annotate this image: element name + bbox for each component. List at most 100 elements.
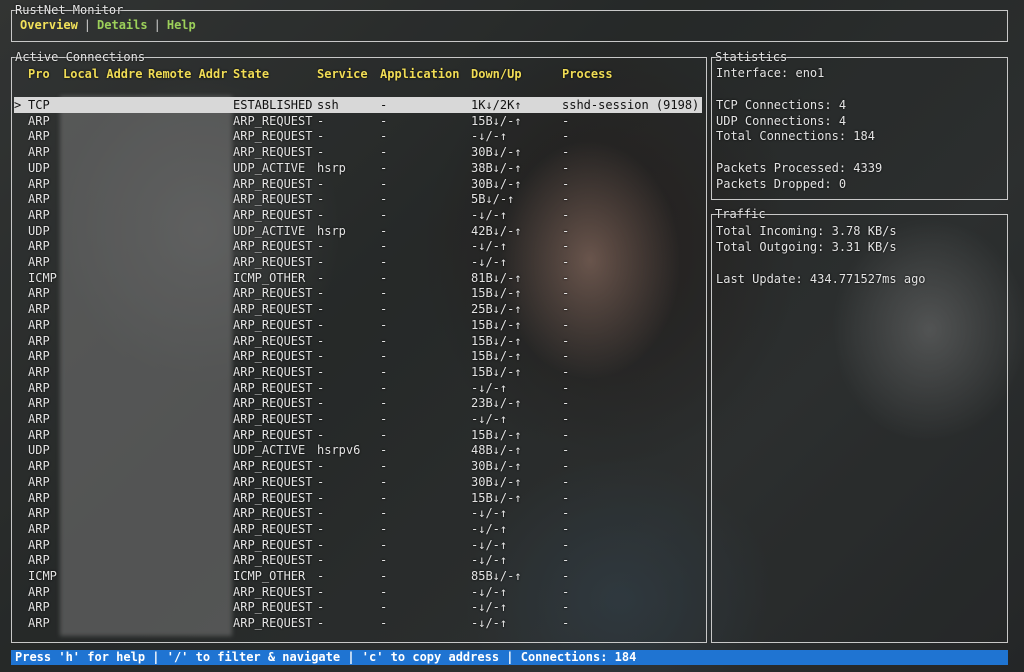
table-row[interactable]: ARP ARP_REQUEST - -15B↓/-↑ - xyxy=(14,348,702,364)
tab-details[interactable]: Details xyxy=(97,18,148,32)
state-cell: ARP_REQUEST xyxy=(233,521,313,536)
process-cell: sshd-session (9198) xyxy=(562,98,700,112)
table-row[interactable]: ARP ARP_REQUEST - -15B↓/-↑ - xyxy=(14,427,702,443)
table-row[interactable]: ARP ARP_REQUEST - - -↓/-↑ - xyxy=(14,615,702,631)
table-row[interactable]: ARP ARP_REQUEST - - -↓/-↑ - xyxy=(14,505,702,521)
state-cell: ARP_REQUEST xyxy=(233,364,313,379)
table-row[interactable]: ARP ARP_REQUEST - -15B↓/-↑ - xyxy=(14,333,702,349)
table-row[interactable]: ARP ARP_REQUEST - - -↓/-↑ - xyxy=(14,552,702,568)
table-row[interactable]: ARP ARP_REQUEST - - -↓/-↑ - xyxy=(14,128,702,144)
state-cell: ICMP_OTHER xyxy=(233,569,306,583)
column-header-service[interactable]: Service xyxy=(317,66,379,82)
total-outgoing-stat: Total Outgoing: 3.31 KB/s xyxy=(716,240,897,254)
process-cell: - xyxy=(562,255,570,269)
service-cell: - xyxy=(317,255,325,269)
table-row[interactable]: ARP ARP_REQUEST - -15B↓/-↑ - xyxy=(14,490,702,506)
application-cell: - xyxy=(380,600,388,615)
down-up-cell: -↓/-↑ xyxy=(471,207,508,222)
tab-bar: Overview | Details | Help xyxy=(20,18,196,32)
table-row[interactable]: ARP ARP_REQUEST - -5B↓/-↑ - xyxy=(14,191,702,207)
protocol-cell: ARP xyxy=(28,255,50,269)
process-cell: - xyxy=(562,192,570,207)
process-cell: - xyxy=(562,270,570,285)
table-row[interactable]: ARP ARP_REQUEST - -30B↓/-↑ - xyxy=(14,176,702,192)
table-row[interactable]: ARP ARP_REQUEST - - -↓/-↑ - xyxy=(14,411,702,427)
table-row[interactable]: UDP UDP_ACTIVE hsrpv6 - 48B↓/-↑ - xyxy=(14,442,702,458)
table-row[interactable]: ARP ARP_REQUEST - - -↓/-↑ - xyxy=(14,254,702,270)
service-cell: - xyxy=(317,412,325,426)
process-cell: - xyxy=(562,459,570,474)
table-row[interactable]: ARP ARP_REQUEST - - -↓/-↑ - xyxy=(14,599,702,615)
process-cell: - xyxy=(562,380,570,395)
table-row[interactable]: ARP ARP_REQUEST - - -↓/-↑ - xyxy=(14,537,702,553)
statistics-panel: Statistics Interface: eno1 TCP Connectio… xyxy=(711,50,1008,200)
table-row[interactable]: ARP ARP_REQUEST - -30B↓/-↑ - xyxy=(14,458,702,474)
application-cell: - xyxy=(380,270,388,285)
application-cell: - xyxy=(380,490,388,505)
service-cell: - xyxy=(317,521,325,536)
service-cell: - xyxy=(317,349,325,364)
service-cell: - xyxy=(317,129,325,144)
total-incoming-stat: Total Incoming: 3.78 KB/s xyxy=(716,224,897,238)
tab-overview[interactable]: Overview xyxy=(20,18,78,32)
table-row[interactable]: ARP ARP_REQUEST - -25B↓/-↑ - xyxy=(14,301,702,317)
state-cell: ARP_REQUEST xyxy=(233,616,313,631)
application-cell: - xyxy=(380,176,388,191)
tab-help[interactable]: Help xyxy=(167,18,196,32)
protocol-cell: ARP xyxy=(28,521,50,536)
state-cell: ARP_REQUEST xyxy=(233,192,313,207)
table-row[interactable]: ARP ARP_REQUEST - -30B↓/-↑ - xyxy=(14,474,702,490)
table-row[interactable]: ARP ARP_REQUEST - - -↓/-↑ - xyxy=(14,380,702,396)
column-header-application[interactable]: Application xyxy=(380,66,470,82)
column-header-state[interactable]: State xyxy=(233,66,317,82)
application-cell: - xyxy=(380,192,388,207)
process-cell: - xyxy=(562,506,570,521)
table-row[interactable]: ARP ARP_REQUEST - -15B↓/-↑ - xyxy=(14,317,702,333)
protocol-cell: ARP xyxy=(28,317,50,332)
column-header-process[interactable]: Process xyxy=(562,66,702,82)
process-cell: - xyxy=(562,412,570,426)
table-row-selected[interactable]: > TCP ESTABLISHED ssh - 1K↓/2K↑ sshd-session (… xyxy=(14,97,702,113)
protocol-cell: ARP xyxy=(28,553,50,568)
column-header-remote-address[interactable]: Remote Addr xyxy=(148,66,232,82)
process-cell: - xyxy=(562,396,570,411)
protocol-cell: ARP xyxy=(28,129,50,144)
protocol-cell: ARP xyxy=(28,302,50,317)
table-row[interactable]: ICMP ICMP_OTHER - -85B↓/-↑ - xyxy=(14,568,702,584)
state-cell: ARP_REQUEST xyxy=(233,396,313,411)
table-row[interactable]: ARP ARP_REQUEST - -15B↓/-↑ - xyxy=(14,285,702,301)
column-header-protocol[interactable]: Pro xyxy=(28,66,68,82)
table-row[interactable]: ARP ARP_REQUEST - -15B↓/-↑ - xyxy=(14,113,702,129)
protocol-cell: ARP xyxy=(28,364,50,379)
down-up-cell: -↓/-↑ xyxy=(471,521,508,536)
table-row[interactable]: ARP ARP_REQUEST - - -↓/-↑ - xyxy=(14,238,702,254)
table-row[interactable]: ICMP ICMP_OTHER - -81B↓/-↑ - xyxy=(14,270,702,286)
protocol-cell: UDP xyxy=(28,443,50,458)
state-cell: ARP_REQUEST xyxy=(233,474,313,489)
state-cell: ARP_REQUEST xyxy=(233,600,313,615)
table-row[interactable]: UDP UDP_ACTIVE hsrp - 42B↓/-↑ - xyxy=(14,223,702,239)
process-cell: - xyxy=(562,490,570,505)
process-cell: - xyxy=(562,521,570,536)
process-cell: - xyxy=(562,129,570,144)
table-row[interactable]: UDP UDP_ACTIVE hsrp - 38B↓/-↑ - xyxy=(14,160,702,176)
down-up-cell: -↓/-↑ xyxy=(471,129,508,144)
column-header-local-address[interactable]: Local Addre xyxy=(63,66,147,82)
table-row[interactable]: ARP ARP_REQUEST - -30B↓/-↑ - xyxy=(14,144,702,160)
table-row[interactable]: ARP ARP_REQUEST - - -↓/-↑ - xyxy=(14,521,702,537)
state-cell: ARP_REQUEST xyxy=(233,553,313,568)
process-cell: - xyxy=(562,443,570,458)
table-row[interactable]: ARP ARP_REQUEST - - -↓/-↑ - xyxy=(14,207,702,223)
state-cell: ARP_REQUEST xyxy=(233,490,313,505)
down-up-cell: 15B↓/-↑ xyxy=(471,427,522,442)
state-cell: ARP_REQUEST xyxy=(233,349,313,364)
state-cell: ARP_REQUEST xyxy=(233,333,313,348)
state-cell: ARP_REQUEST xyxy=(233,286,313,301)
application-cell: - xyxy=(380,459,388,474)
table-row[interactable]: ARP ARP_REQUEST - -15B↓/-↑ - xyxy=(14,364,702,380)
down-up-cell: 30B↓/-↑ xyxy=(471,459,522,474)
down-up-cell: 25B↓/-↑ xyxy=(471,302,522,317)
table-row[interactable]: ARP ARP_REQUEST - - -↓/-↑ - xyxy=(14,584,702,600)
column-header-down-up[interactable]: Down/Up xyxy=(471,66,561,82)
table-row[interactable]: ARP ARP_REQUEST - -23B↓/-↑ - xyxy=(14,395,702,411)
